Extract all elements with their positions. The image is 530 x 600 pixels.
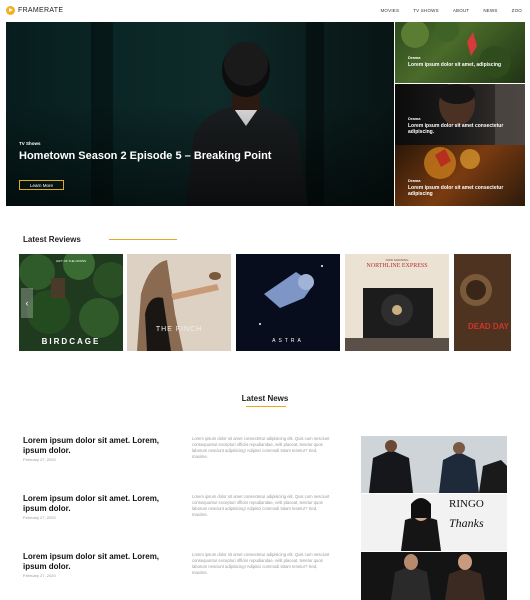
- site-header: FRAMERATE MOVIES TV SHOWS ABOUT NEWS ZOO: [0, 0, 530, 22]
- hero-feature[interactable]: TV Shows Hometown Season 2 Episode 5 – B…: [6, 22, 394, 206]
- poster-title: DEAD DAY: [467, 322, 509, 331]
- news-title[interactable]: Lorem ipsum dolor sit amet. Lorem, ipsum…: [23, 436, 178, 456]
- poster-title: THE FINCH: [155, 326, 203, 333]
- poster-top-caption: NOW SHOWING: [385, 258, 409, 262]
- news-excerpt: Lorem ipsum dolor sit amet consectetur a…: [192, 552, 330, 575]
- sidebar-item-tag: Drama: [408, 116, 421, 121]
- sidebar-item-3[interactable]: Drama Lorem ipsum dolor sit amet consect…: [395, 145, 525, 206]
- news-image-text: RINGO: [449, 498, 484, 510]
- review-poster-the-finch[interactable]: THE FINCH: [127, 254, 231, 351]
- news-title[interactable]: Lorem ipsum dolor sit amet. Lorem, ipsum…: [23, 494, 178, 514]
- news-image[interactable]: RINGO Thanks: [361, 494, 507, 551]
- review-poster-birdcage[interactable]: GIFT OF THE CROSS BIRDCAGE: [19, 254, 123, 351]
- news-excerpt: Lorem ipsum dolor sit amet consectetur a…: [192, 436, 330, 459]
- finch-image: [127, 254, 231, 351]
- hero-gradient: [6, 22, 394, 206]
- news-date: February 27, 2020: [23, 515, 56, 520]
- brand-name: FRAMERATE: [18, 7, 64, 14]
- sidebar-item-text[interactable]: Lorem ipsum dolor sit amet, adipiscing: [408, 62, 508, 68]
- nav-item-news[interactable]: NEWS: [483, 8, 497, 13]
- nav-item-zoo[interactable]: ZOO: [512, 8, 522, 13]
- news-image[interactable]: [361, 436, 507, 493]
- reviews-heading: Latest Reviews: [23, 235, 81, 244]
- reviews-heading-underline: [109, 239, 177, 240]
- sidebar-item-text[interactable]: Lorem ipsum dolor sit amet consectetur a…: [408, 123, 508, 135]
- news-excerpt: Lorem ipsum dolor sit amet consectetur a…: [192, 494, 330, 517]
- sidebar-item-2[interactable]: Drama Lorem ipsum dolor sit amet consect…: [395, 84, 525, 145]
- face-image: [439, 84, 525, 145]
- couple-image: [361, 552, 507, 600]
- poster-title: NORTHLINE EXPRESS: [366, 263, 428, 269]
- news-image[interactable]: [361, 552, 507, 600]
- nav-item-about[interactable]: ABOUT: [453, 8, 470, 13]
- sidebar-item-tag: Drama: [408, 55, 421, 60]
- news-heading: Latest News: [241, 394, 289, 403]
- sidebar-item-tag: Drama: [408, 178, 421, 183]
- main-nav: MOVIES TV SHOWS ABOUT NEWS ZOO: [366, 8, 522, 13]
- news-date: February 27, 2020: [23, 457, 56, 462]
- news-heading-underline: [246, 406, 286, 407]
- poster-top-caption: GIFT OF THE CROSS: [55, 259, 87, 263]
- sidebar-item-1[interactable]: Drama Lorem ipsum dolor sit amet, adipis…: [395, 22, 525, 83]
- hero-category[interactable]: TV Shows: [19, 141, 41, 146]
- hero-section: TV Shows Hometown Season 2 Episode 5 – B…: [6, 22, 525, 206]
- play-icon: [6, 6, 15, 15]
- learn-more-button[interactable]: Learn More: [19, 180, 64, 190]
- poster-title: BIRDCAGE: [41, 337, 101, 346]
- door-image: [454, 254, 511, 351]
- site-logo[interactable]: FRAMERATE: [6, 6, 63, 15]
- carousel-prev-arrow[interactable]: ‹: [21, 288, 33, 318]
- review-poster-astra[interactable]: ASTRA: [236, 254, 340, 351]
- men-image: [361, 436, 507, 493]
- nav-item-movies[interactable]: MOVIES: [380, 8, 399, 13]
- review-poster-northline-express[interactable]: NOW SHOWING NORTHLINE EXPRESS: [345, 254, 449, 351]
- hero-title[interactable]: Hometown Season 2 Episode 5 – Breaking P…: [19, 150, 279, 163]
- sidebar-item-text[interactable]: Lorem ipsum dolor sit amet consectetur a…: [408, 185, 508, 197]
- news-date: February 27, 2020: [23, 573, 56, 578]
- news-image-text: Thanks: [449, 516, 484, 530]
- review-poster-dead-day[interactable]: DEAD DAY: [454, 254, 511, 351]
- news-title[interactable]: Lorem ipsum dolor sit amet. Lorem, ipsum…: [23, 552, 178, 572]
- poster-title: ASTRA: [272, 338, 304, 344]
- nav-item-tv-shows[interactable]: TV SHOWS: [413, 8, 439, 13]
- astronaut-image: [236, 254, 340, 351]
- plants-image: [401, 22, 511, 78]
- woman-image: [361, 494, 507, 551]
